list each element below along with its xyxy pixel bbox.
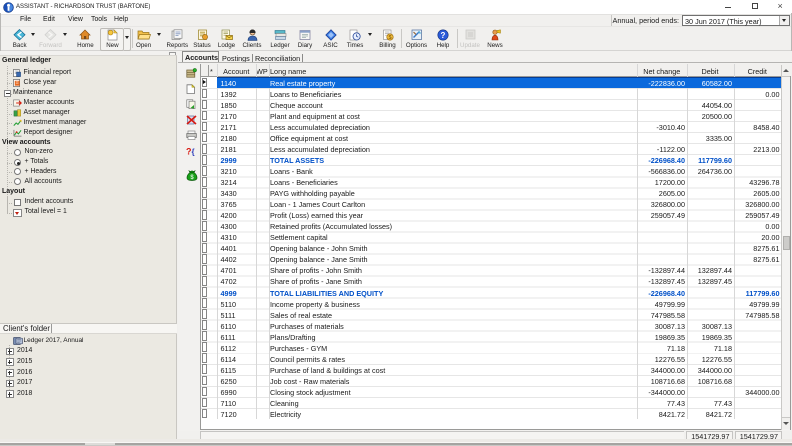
svg-text:{: { <box>192 148 195 157</box>
svg-text:$: $ <box>388 35 391 41</box>
svg-text:?: ? <box>441 31 446 40</box>
